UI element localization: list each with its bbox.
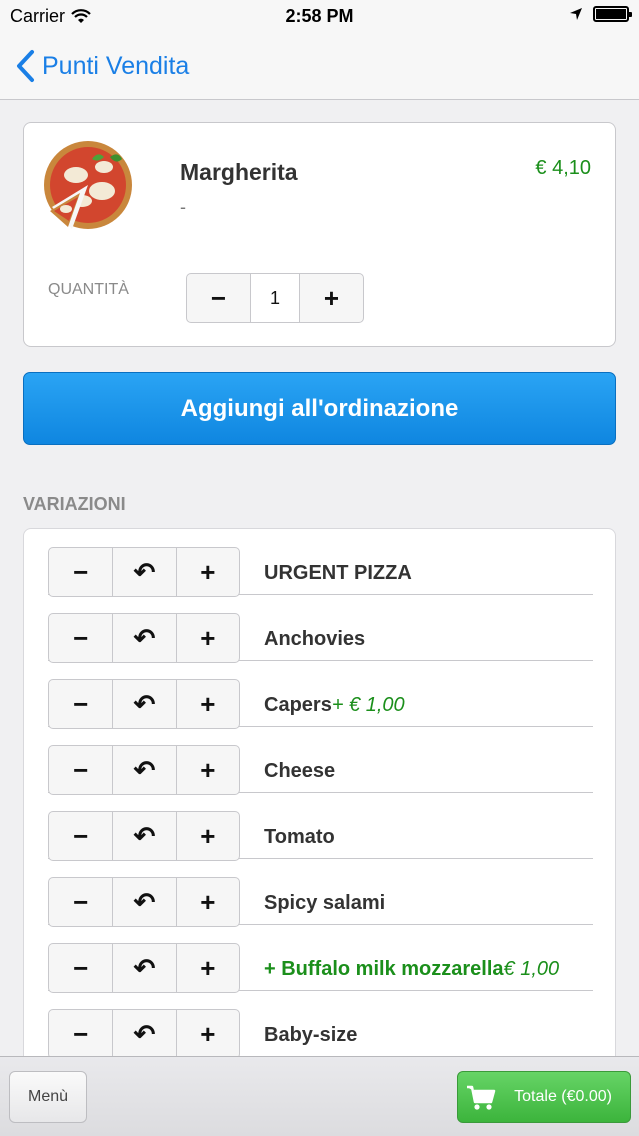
variation-undo-button[interactable]: ↶ (112, 614, 175, 662)
variation-name: Baby-size (264, 1024, 358, 1046)
variation-plus-button[interactable]: + (175, 548, 239, 596)
variation-label: + Buffalo milk mozzarella€ 1,00 (264, 958, 559, 981)
product-card: Margherita - € 4,10 QUANTITÀ − 1 + (23, 122, 616, 347)
menu-button[interactable]: Menù (9, 1071, 87, 1123)
variations-title: VARIAZIONI (23, 494, 126, 514)
total-label: Totale (€0.00) (514, 1088, 612, 1105)
variation-undo-button[interactable]: ↶ (112, 680, 175, 728)
variation-minus-button[interactable]: − (49, 1010, 112, 1058)
variation-row: − ↶ + Spicy salami (48, 859, 593, 927)
cart-icon (467, 1085, 496, 1110)
variation-row: − ↶ + URGENT PIZZA (48, 529, 593, 597)
variation-stepper: − ↶ + (48, 877, 240, 927)
variation-name: Spicy salami (264, 892, 386, 914)
variations-list: − ↶ + URGENT PIZZA − ↶ + Anchovies − ↶ +… (23, 528, 616, 1088)
variation-row: − ↶ + + Buffalo milk mozzarella€ 1,00 (48, 925, 593, 993)
variation-row: − ↶ + Cheese (48, 727, 593, 795)
variation-stepper: − ↶ + (48, 745, 240, 795)
variation-row: − ↶ + Anchovies (48, 595, 593, 663)
variation-name: Capers (264, 694, 332, 716)
product-description: - (180, 197, 186, 217)
bottom-toolbar: Menù Totale (€0.00) (0, 1056, 639, 1136)
variation-plus-button[interactable]: + (175, 1010, 239, 1058)
location-arrow-icon (570, 8, 582, 20)
variation-label: URGENT PIZZA (264, 562, 412, 585)
variation-minus-button[interactable]: − (49, 878, 112, 926)
variation-stepper: − ↶ + (48, 547, 240, 597)
variation-undo-button[interactable]: ↶ (112, 548, 175, 596)
variation-row: − ↶ + Tomato (48, 793, 593, 861)
variation-minus-button[interactable]: − (49, 680, 112, 728)
variation-minus-button[interactable]: − (49, 548, 112, 596)
variation-undo-button[interactable]: ↶ (112, 944, 175, 992)
variation-undo-button[interactable]: ↶ (112, 878, 175, 926)
variation-stepper: − ↶ + (48, 1009, 240, 1059)
variation-label: Baby-size (264, 1024, 357, 1047)
battery-icon (593, 6, 632, 22)
variation-minus-button[interactable]: − (49, 746, 112, 794)
variation-plus-button[interactable]: + (175, 812, 239, 860)
variation-minus-button[interactable]: − (49, 812, 112, 860)
variation-plus-button[interactable]: + (175, 614, 239, 662)
variation-name: Anchovies (264, 628, 366, 650)
product-price: € 4,10 (535, 157, 591, 179)
variation-plus-button[interactable]: + (175, 746, 239, 794)
variation-label: Cheese (264, 760, 335, 783)
variation-price: + € 1,00 (331, 694, 405, 716)
status-right (569, 6, 632, 22)
variation-stepper: − ↶ + (48, 613, 240, 663)
variation-undo-button[interactable]: ↶ (112, 812, 175, 860)
variation-minus-button[interactable]: − (49, 944, 112, 992)
chevron-left-icon (17, 50, 34, 82)
variation-label: Capers+ € 1,00 (264, 694, 405, 717)
status-bar: Carrier 2:58 PM (0, 0, 639, 36)
variation-name: Cheese (264, 760, 336, 782)
variation-name: URGENT PIZZA (264, 562, 412, 584)
quantity-stepper: − 1 + (186, 273, 364, 323)
variation-label: Anchovies (264, 628, 365, 651)
variation-stepper: − ↶ + (48, 943, 240, 993)
variation-stepper: − ↶ + (48, 679, 240, 729)
variation-minus-button[interactable]: − (49, 614, 112, 662)
status-time: 2:58 PM (285, 6, 354, 26)
variation-row: − ↶ + Capers+ € 1,00 (48, 661, 593, 729)
quantity-plus-button[interactable]: + (300, 274, 363, 322)
back-button[interactable]: Punti Vendita (14, 46, 189, 86)
variation-plus-button[interactable]: + (175, 680, 239, 728)
quantity-value: 1 (250, 274, 300, 322)
back-label: Punti Vendita (42, 51, 190, 80)
navigation-bar: Punti Vendita (0, 36, 639, 100)
variation-plus-button[interactable]: + (175, 878, 239, 926)
variation-name: Tomato (264, 826, 335, 848)
total-cart-button[interactable]: Totale (€0.00) (457, 1071, 631, 1123)
add-to-order-button[interactable]: Aggiungi all'ordinazione (23, 372, 616, 445)
quantity-label: QUANTITÀ (48, 281, 129, 298)
pizza-image (44, 141, 132, 229)
variation-undo-button[interactable]: ↶ (112, 746, 175, 794)
quantity-minus-button[interactable]: − (187, 274, 250, 322)
variation-price: € 1,00 (503, 958, 560, 980)
product-name: Margherita (180, 159, 298, 185)
variation-plus-button[interactable]: + (175, 944, 239, 992)
variation-name: + Buffalo milk mozzarella (264, 958, 504, 980)
variation-row: − ↶ + Baby-size (48, 991, 593, 1059)
variation-undo-button[interactable]: ↶ (112, 1010, 175, 1058)
variation-stepper: − ↶ + (48, 811, 240, 861)
variation-label: Tomato (264, 826, 335, 849)
variation-label: Spicy salami (264, 892, 385, 915)
